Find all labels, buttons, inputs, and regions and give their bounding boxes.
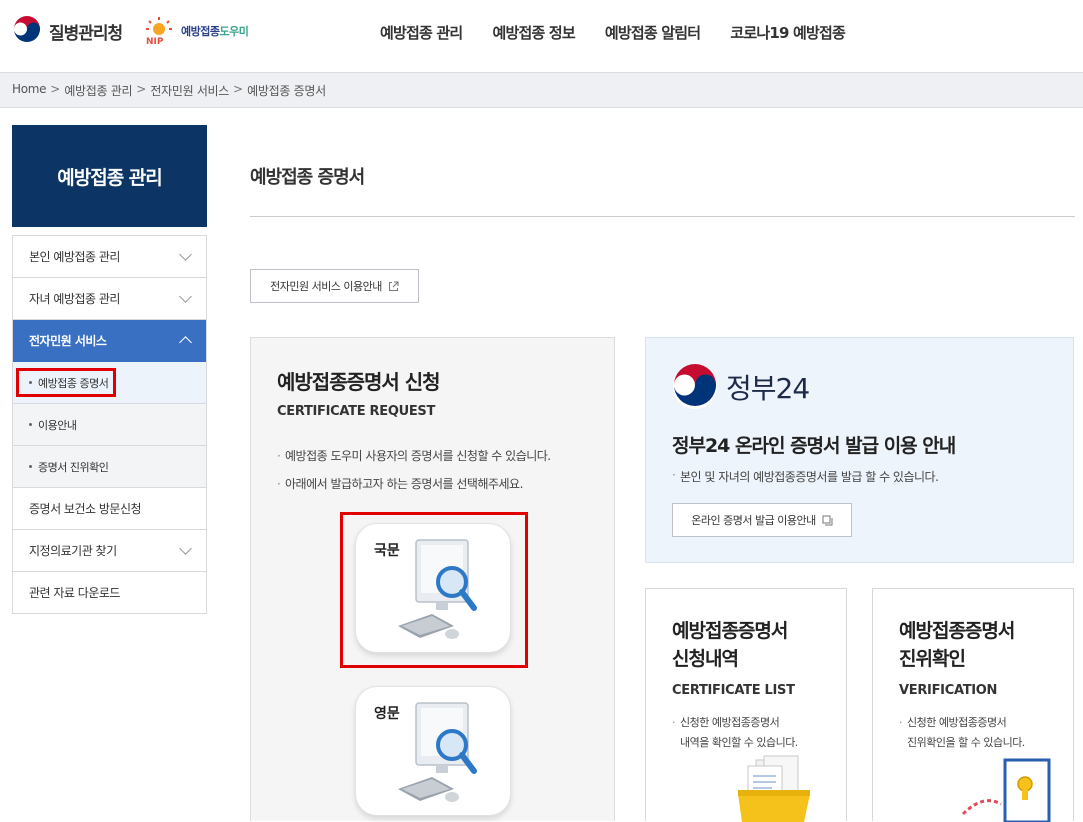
helper-name-part-a: 예방접종: [181, 25, 220, 38]
verify-card-desc-line: 신청한 예방접종증명서: [907, 716, 1007, 729]
list-card-desc-line: 내역을 확인할 수 있습니다.: [680, 736, 798, 749]
sidebar-item-label: 자녀 예방접종 관리: [29, 292, 120, 306]
gov24-button-label: 온라인 증명서 발급 이용안내: [691, 514, 816, 527]
verify-card-subtitle: VERIFICATION: [899, 683, 998, 698]
breadcrumb-separator: >: [50, 82, 61, 96]
e-civil-guide-button[interactable]: 전자민원 서비스 이용안내: [250, 269, 419, 303]
sidebar-item-find-medical-institution[interactable]: 지정의료기관 찾기: [13, 530, 206, 572]
site-header: 질병관리청 NIP 예방접종도우미 예방접종 관리 예방접종 정보 예방접종 알…: [0, 0, 1083, 72]
external-link-icon: [388, 281, 399, 291]
sidebar-item-label: 지정의료기관 찾기: [29, 544, 117, 558]
breadcrumb-vaccination-management[interactable]: 예방접종 관리: [64, 82, 132, 99]
gov24-description: 본인 및 자녀의 예방접종증명서를 발급 할 수 있습니다.: [672, 468, 939, 485]
request-subtitle: CERTIFICATE REQUEST: [277, 404, 436, 419]
gov24-panel: 정부24 정부24 온라인 증명서 발급 이용 안내 본인 및 자녀의 예방접종…: [645, 337, 1074, 563]
nav-vaccination-info[interactable]: 예방접종 정보: [492, 22, 575, 43]
sidebar-item-child-vaccination[interactable]: 자녀 예방접종 관리: [13, 278, 206, 320]
kdca-logo[interactable]: 질병관리청: [12, 16, 123, 46]
sidebar-item-label: 본인 예방접종 관리: [29, 250, 120, 264]
breadcrumb-bar: Home > 예방접종 관리 > 전자민원 서비스 > 예방접종 증명서: [0, 72, 1083, 108]
chevron-down-icon: [179, 290, 192, 303]
request-title: 예방접종증명서 신청: [277, 370, 441, 394]
certificate-request-panel: 예방접종증명서 신청 CERTIFICATE REQUEST 예방접종 도우미 …: [250, 337, 615, 821]
title-divider: [250, 216, 1075, 217]
immunization-helper-name: 예방접종도우미: [181, 23, 249, 39]
computer-search-icon: [398, 702, 477, 802]
request-desc-line: 아래에서 발급하고자 하는 증명서를 선택해주세요.: [277, 470, 551, 498]
verify-card-title-line: 진위확인: [899, 648, 966, 670]
sidebar-item-label: 전자민원 서비스: [29, 334, 107, 348]
list-card-title: 예방접종증명서 신청내역: [672, 617, 842, 673]
certificate-award-icon: [961, 758, 1051, 822]
verification-card[interactable]: 예방접종증명서 진위확인 VERIFICATION 신청한 예방접종증명서 진위…: [872, 588, 1074, 822]
breadcrumb-home[interactable]: Home: [12, 82, 47, 99]
request-description: 예방접종 도우미 사용자의 증명서를 신청할 수 있습니다. 아래에서 발급하고…: [277, 442, 551, 498]
request-desc-line: 예방접종 도우미 사용자의 증명서를 신청할 수 있습니다.: [277, 442, 551, 470]
verify-card-title: 예방접종증명서 진위확인: [899, 617, 1069, 673]
computer-search-icon: [398, 539, 477, 639]
verify-card-desc-line: 진위확인을 할 수 있습니다.: [907, 736, 1025, 749]
gov24-logo-text: 정부24: [726, 372, 810, 405]
sidebar-subitem-verification[interactable]: 증명서 진위확인: [13, 446, 206, 488]
sidebar-title: 예방접종 관리: [12, 125, 207, 227]
sidebar-item-health-center-visit[interactable]: 증명서 보건소 방문신청: [13, 488, 206, 530]
helper-name-part-b: 도우미: [219, 25, 249, 38]
guide-button-label: 전자민원 서비스 이용안내: [270, 280, 382, 293]
nav-covid19-vaccination[interactable]: 코로나19 예방접종: [730, 22, 846, 43]
gov24-title: 정부24 온라인 증명서 발급 이용 안내: [672, 435, 956, 457]
korean-certificate-button[interactable]: 국문: [355, 523, 511, 653]
chevron-down-icon: [179, 248, 192, 261]
chevron-down-icon: [179, 542, 192, 555]
sidebar-item-downloads[interactable]: 관련 자료 다운로드: [13, 572, 206, 614]
bullet-icon: [29, 423, 32, 426]
sidebar-subitem-label: 이용안내: [38, 418, 77, 432]
nav-vaccination-management[interactable]: 예방접종 관리: [380, 22, 463, 43]
svg-text:NIP: NIP: [146, 37, 164, 46]
breadcrumb: Home > 예방접종 관리 > 전자민원 서비스 > 예방접종 증명서: [12, 82, 326, 99]
global-nav: 예방접종 관리 예방접종 정보 예방접종 알림터 코로나19 예방접종: [380, 22, 846, 43]
nip-sun-icon: NIP: [145, 17, 173, 46]
bullet-icon: [29, 381, 32, 384]
chevron-up-icon: [179, 336, 192, 349]
sidebar-item-label: 증명서 보건소 방문신청: [29, 502, 142, 516]
certificate-list-card[interactable]: 예방접종증명서 신청내역 CERTIFICATE LIST 신청한 예방접종증명…: [645, 588, 847, 822]
breadcrumb-separator: >: [136, 82, 147, 96]
sidebar-item-self-vaccination[interactable]: 본인 예방접종 관리: [13, 236, 206, 278]
sidebar-subitem-label: 예방접종 증명서: [38, 376, 109, 390]
gov24-emblem-icon: [673, 364, 717, 409]
document-folder-icon: [738, 755, 810, 822]
list-card-title-line: 예방접종증명서: [672, 620, 788, 642]
new-window-icon: [822, 515, 833, 525]
sidebar-item-e-civil-service[interactable]: 전자민원 서비스: [13, 320, 206, 362]
online-issuance-guide-button[interactable]: 온라인 증명서 발급 이용안내: [672, 503, 852, 537]
breadcrumb-certificate[interactable]: 예방접종 증명서: [247, 82, 326, 99]
agency-name: 질병관리청: [49, 23, 123, 44]
sidebar-subitem-usage-guide[interactable]: 이용안내: [13, 404, 206, 446]
english-certificate-button[interactable]: 영문: [355, 686, 511, 816]
list-card-subtitle: CERTIFICATE LIST: [672, 683, 795, 698]
breadcrumb-e-civil-service[interactable]: 전자민원 서비스: [150, 82, 229, 99]
taegeuk-emblem-icon: [13, 16, 41, 45]
sidebar-item-label: 관련 자료 다운로드: [29, 586, 120, 600]
sidebar-menu: 본인 예방접종 관리 자녀 예방접종 관리 전자민원 서비스 예방접종 증명서 …: [12, 235, 207, 614]
page-title: 예방접종 증명서: [250, 167, 365, 188]
gov24-logo: 정부24: [672, 364, 810, 410]
verify-card-title-line: 예방접종증명서: [899, 620, 1015, 642]
verify-card-description: 신청한 예방접종증명서 진위확인을 할 수 있습니다.: [899, 713, 1069, 753]
list-card-desc-line: 신청한 예방접종증명서: [680, 716, 780, 729]
immunization-helper-logo[interactable]: NIP 예방접종도우미: [143, 16, 249, 46]
bullet-icon: [29, 465, 32, 468]
breadcrumb-separator: >: [233, 82, 244, 96]
list-card-description: 신청한 예방접종증명서 내역을 확인할 수 있습니다.: [672, 713, 842, 753]
nav-vaccination-notice[interactable]: 예방접종 알림터: [605, 22, 701, 43]
sidebar-subitem-label: 증명서 진위확인: [38, 460, 109, 474]
sidebar-subitem-certificate[interactable]: 예방접종 증명서: [13, 362, 206, 404]
list-card-title-line: 신청내역: [672, 648, 739, 670]
